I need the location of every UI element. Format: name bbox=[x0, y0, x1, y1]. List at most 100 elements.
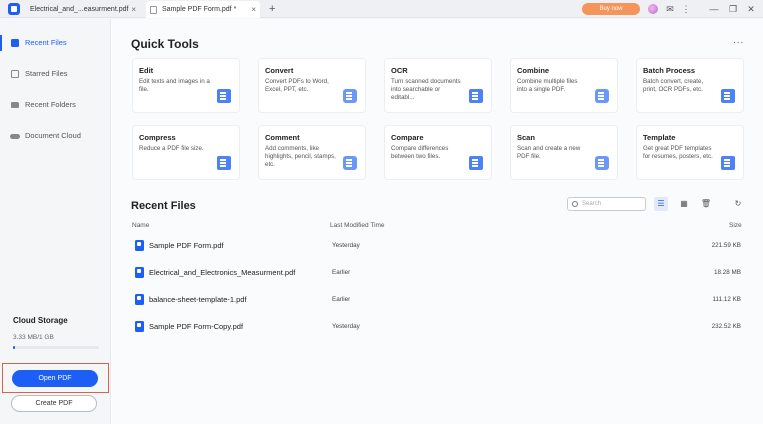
file-icon bbox=[150, 6, 157, 14]
card-title: Scan bbox=[517, 133, 535, 142]
file-row[interactable]: balance-sheet-template-1.pdf Earlier 111… bbox=[131, 287, 743, 314]
recent-files-title: Recent Files bbox=[131, 200, 196, 212]
combine-icon bbox=[595, 89, 609, 103]
open-pdf-button[interactable]: Open PDF bbox=[12, 370, 98, 387]
close-tab-icon[interactable]: × bbox=[251, 1, 256, 18]
create-pdf-button[interactable]: Create PDF bbox=[11, 395, 97, 412]
recent-files-icon bbox=[11, 39, 19, 47]
file-name: Electrical_and_Electronics_Measurment.pd… bbox=[149, 268, 296, 277]
sidebar-item-document-cloud[interactable]: Document Cloud bbox=[0, 126, 110, 146]
list-view-icon[interactable]: ☰ bbox=[654, 197, 668, 211]
card-desc: Combine multiple files into a single PDF… bbox=[517, 78, 578, 93]
file-size: 221.59 KB bbox=[711, 242, 741, 249]
mail-icon[interactable]: ✉ bbox=[664, 3, 676, 15]
tab-sample-pdf-form[interactable]: Sample PDF Form.pdf * × bbox=[146, 1, 260, 18]
tool-card-batch-process[interactable]: Batch Process Batch convert, create, pri… bbox=[636, 58, 744, 113]
quick-tools-title: Quick Tools bbox=[131, 37, 199, 51]
convert-icon bbox=[343, 89, 357, 103]
ocr-icon bbox=[469, 89, 483, 103]
file-name: balance-sheet-template-1.pdf bbox=[149, 295, 247, 304]
restore-icon[interactable]: ❐ bbox=[727, 3, 739, 15]
grid-view-icon[interactable]: ▦ bbox=[677, 197, 691, 211]
column-header-size[interactable]: Size bbox=[729, 222, 742, 229]
tool-card-compare[interactable]: Compare Compare differences between two … bbox=[384, 125, 492, 180]
file-time: Earlier bbox=[332, 296, 351, 303]
search-input[interactable]: Search bbox=[567, 197, 646, 211]
pdf-file-icon bbox=[135, 294, 144, 305]
cloud-storage-bar bbox=[13, 346, 99, 349]
app-logo-icon bbox=[8, 3, 20, 15]
file-name: Sample PDF Form.pdf bbox=[149, 241, 224, 250]
card-desc: Add comments, like highlights, pencil, s… bbox=[265, 145, 336, 168]
cloud-icon bbox=[10, 134, 20, 139]
close-tab-icon[interactable]: × bbox=[131, 1, 136, 18]
sidebar-item-label: Document Cloud bbox=[25, 131, 81, 140]
column-header-name[interactable]: Name bbox=[132, 222, 149, 229]
main-panel: Quick Tools ... Edit Edit texts and imag… bbox=[111, 19, 763, 424]
comment-icon bbox=[343, 156, 357, 170]
card-title: Compare bbox=[391, 133, 424, 142]
sidebar-item-recent-files[interactable]: Recent Files bbox=[0, 33, 110, 53]
tool-card-edit[interactable]: Edit Edit texts and images in a file. bbox=[132, 58, 240, 113]
pdf-file-icon bbox=[135, 240, 144, 251]
file-size: 111.12 KB bbox=[712, 296, 741, 303]
sidebar: Recent Files Starred Files Recent Folder… bbox=[0, 19, 111, 424]
batch-process-icon bbox=[721, 89, 735, 103]
tool-card-scan[interactable]: Scan Scan and create a new PDF file. bbox=[510, 125, 618, 180]
more-options-icon[interactable]: ... bbox=[733, 35, 744, 46]
card-desc: Turn scanned documents into searchable o… bbox=[391, 78, 461, 101]
card-desc: Scan and create a new PDF file. bbox=[517, 145, 581, 160]
card-title: Template bbox=[643, 133, 676, 142]
open-pdf-highlight: Open PDF bbox=[2, 363, 109, 393]
cloud-storage-usage: 3.33 MB/1 GB bbox=[13, 334, 54, 341]
tab-electrical[interactable]: Electrical_and_...easurment.pdf × bbox=[26, 1, 140, 18]
card-desc: Compare differences between two files. bbox=[391, 145, 449, 160]
card-title: Compress bbox=[139, 133, 176, 142]
search-placeholder: Search bbox=[582, 201, 602, 207]
sidebar-item-recent-folders[interactable]: Recent Folders bbox=[0, 95, 110, 115]
card-desc: Get great PDF templates for resumes, pos… bbox=[643, 145, 713, 160]
sidebar-item-label: Recent Folders bbox=[25, 100, 76, 109]
file-name: Sample PDF Form-Copy.pdf bbox=[149, 322, 244, 331]
cloud-storage-title: Cloud Storage bbox=[13, 316, 68, 325]
sidebar-item-label: Recent Files bbox=[25, 38, 67, 47]
card-desc: Batch convert, create, print, OCR PDFs, … bbox=[643, 78, 704, 93]
tool-card-compress[interactable]: Compress Reduce a PDF file size. bbox=[132, 125, 240, 180]
edit-icon bbox=[217, 89, 231, 103]
menu-icon[interactable]: ⋮ bbox=[680, 3, 692, 15]
card-title: Comment bbox=[265, 133, 300, 142]
search-icon bbox=[572, 201, 578, 207]
card-title: Convert bbox=[265, 66, 294, 75]
refresh-icon[interactable]: ↻ bbox=[731, 197, 745, 211]
tool-card-ocr[interactable]: OCR Turn scanned documents into searchab… bbox=[384, 58, 492, 113]
star-icon bbox=[11, 70, 19, 78]
close-window-icon[interactable]: ✕ bbox=[745, 3, 757, 15]
pdf-file-icon bbox=[135, 267, 144, 278]
template-icon bbox=[721, 156, 735, 170]
title-bar: Electrical_and_...easurment.pdf × Sample… bbox=[0, 0, 763, 18]
card-desc: Reduce a PDF file size. bbox=[139, 145, 204, 152]
tool-card-template[interactable]: Template Get great PDF templates for res… bbox=[636, 125, 744, 180]
card-desc: Edit texts and images in a file. bbox=[139, 78, 210, 93]
file-row[interactable]: Sample PDF Form.pdf Yesterday 221.59 KB bbox=[131, 233, 743, 260]
scan-icon bbox=[595, 156, 609, 170]
card-title: OCR bbox=[391, 66, 408, 75]
avatar[interactable] bbox=[648, 4, 658, 14]
minimize-icon[interactable]: — bbox=[708, 3, 720, 15]
sidebar-item-starred-files[interactable]: Starred Files bbox=[0, 64, 110, 84]
pdf-file-icon bbox=[135, 321, 144, 332]
trash-icon[interactable]: 🗑 bbox=[699, 197, 713, 211]
compress-icon bbox=[217, 156, 231, 170]
new-tab-button[interactable]: + bbox=[269, 1, 275, 17]
file-row[interactable]: Sample PDF Form-Copy.pdf Yesterday 232.5… bbox=[131, 314, 743, 341]
column-header-time[interactable]: Last Modified Time bbox=[330, 222, 385, 229]
buy-now-button[interactable]: Buy now bbox=[582, 3, 640, 15]
compare-icon bbox=[469, 156, 483, 170]
tool-card-convert[interactable]: Convert Convert PDFs to Word, Excel, PPT… bbox=[258, 58, 366, 113]
card-title: Batch Process bbox=[643, 66, 696, 75]
tool-card-comment[interactable]: Comment Add comments, like highlights, p… bbox=[258, 125, 366, 180]
card-title: Edit bbox=[139, 66, 154, 75]
file-row[interactable]: Electrical_and_Electronics_Measurment.pd… bbox=[131, 260, 743, 287]
tool-card-combine[interactable]: Combine Combine multiple files into a si… bbox=[510, 58, 618, 113]
card-desc: Convert PDFs to Word, Excel, PPT, etc. bbox=[265, 78, 329, 93]
